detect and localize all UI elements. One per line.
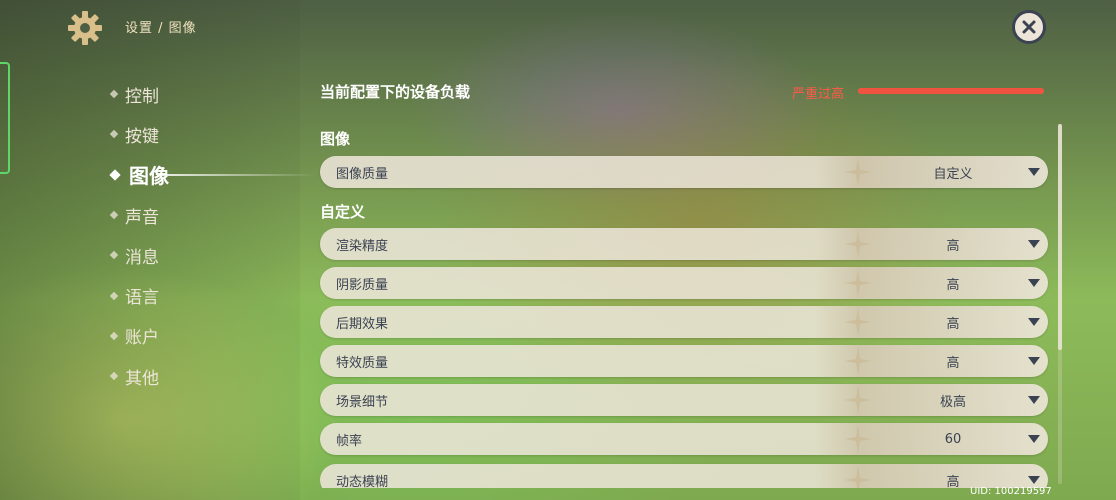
nav-item-messages[interactable]: 消息 xyxy=(105,235,169,275)
breadcrumb: 设置 / 图像 xyxy=(125,21,197,36)
dropdown-caret-icon xyxy=(1028,476,1040,484)
side-frame-edge xyxy=(0,62,10,174)
setting-value: 高 xyxy=(946,277,960,293)
device-load-fill xyxy=(858,88,1044,94)
diamond-bullet-icon xyxy=(109,251,119,260)
scrollbar-thumb[interactable] xyxy=(1058,124,1062,350)
setting-label: 帧率 xyxy=(336,433,363,449)
device-load-bar xyxy=(858,88,1044,94)
setting-label: 图像质量 xyxy=(336,166,389,182)
setting-label: 场景细节 xyxy=(336,394,389,410)
sparkle-icon xyxy=(844,158,872,186)
setting-label: 特效质量 xyxy=(336,355,389,371)
setting-row-frame-rate[interactable]: 帧率 60 xyxy=(320,423,1048,455)
dropdown-caret-icon xyxy=(1028,279,1040,287)
nav-item-keybinds[interactable]: 按键 xyxy=(105,114,169,154)
setting-value: 自定义 xyxy=(933,166,973,182)
nav-item-other[interactable]: 其他 xyxy=(105,356,169,396)
diamond-bullet-icon xyxy=(109,169,121,181)
nav-item-graphics[interactable]: 图像 xyxy=(105,155,317,195)
setting-row-shadow-quality[interactable]: 阴影质量 高 xyxy=(320,267,1048,299)
setting-label: 渲染精度 xyxy=(336,238,389,254)
sparkle-icon xyxy=(844,347,872,375)
section-title-custom: 自定义 xyxy=(320,203,366,221)
setting-label: 动态模糊 xyxy=(336,474,389,489)
diamond-bullet-icon xyxy=(109,371,119,381)
setting-value: 高 xyxy=(946,316,960,332)
setting-row-image-quality[interactable]: 图像质量 自定义 xyxy=(320,156,1048,188)
nav-item-label: 其他 xyxy=(125,368,159,389)
setting-value: 极高 xyxy=(939,394,966,410)
nav-item-label: 语言 xyxy=(125,288,159,309)
gear-icon xyxy=(66,9,104,47)
dropdown-caret-icon xyxy=(1028,240,1040,248)
setting-value: 60 xyxy=(944,431,962,447)
close-icon xyxy=(1022,20,1036,34)
sparkle-icon xyxy=(844,230,872,258)
nav-item-label: 声音 xyxy=(125,207,159,228)
setting-label: 后期效果 xyxy=(336,316,389,332)
close-button[interactable] xyxy=(1012,10,1046,44)
diamond-bullet-icon xyxy=(109,89,119,99)
device-load-label: 当前配置下的设备负载 xyxy=(320,83,471,101)
nav-item-audio[interactable]: 声音 xyxy=(105,195,169,235)
sparkle-icon xyxy=(844,269,872,297)
active-indicator xyxy=(157,173,317,176)
settings-nav: 控制 按键 图像 声音 消息 语言 账户 其他 xyxy=(105,74,317,396)
setting-row-render-resolution[interactable]: 渲染精度 高 xyxy=(320,228,1048,260)
user-id: UID: 100219597 xyxy=(970,486,1052,497)
dropdown-caret-icon xyxy=(1028,396,1040,404)
setting-row-post-processing[interactable]: 后期效果 高 xyxy=(320,306,1048,338)
nav-item-account[interactable]: 账户 xyxy=(105,316,169,356)
setting-row-effects-quality[interactable]: 特效质量 高 xyxy=(320,345,1048,377)
diamond-bullet-icon xyxy=(109,331,119,341)
diamond-bullet-icon xyxy=(109,291,119,300)
scroll-clip: 动态模糊 高 xyxy=(320,458,1048,488)
nav-item-label: 账户 xyxy=(125,328,159,349)
sparkle-icon xyxy=(844,386,872,414)
nav-item-controls[interactable]: 控制 xyxy=(105,74,169,114)
dropdown-caret-icon xyxy=(1028,318,1040,326)
dropdown-caret-icon xyxy=(1028,168,1040,176)
device-load-status: 严重过高 xyxy=(792,87,845,102)
setting-value: 高 xyxy=(946,355,960,371)
nav-item-label: 消息 xyxy=(125,247,159,268)
setting-label: 阴影质量 xyxy=(336,277,389,293)
nav-item-language[interactable]: 语言 xyxy=(105,275,169,315)
sparkle-icon xyxy=(844,308,872,336)
diamond-bullet-icon xyxy=(109,130,119,139)
setting-value: 高 xyxy=(946,238,960,254)
setting-row-scene-detail[interactable]: 场景细节 极高 xyxy=(320,384,1048,416)
sparkle-icon xyxy=(844,466,872,488)
nav-item-label: 控制 xyxy=(125,86,159,107)
dropdown-caret-icon xyxy=(1028,435,1040,443)
sparkle-icon xyxy=(844,425,872,453)
diamond-bullet-icon xyxy=(109,210,119,220)
nav-item-label: 按键 xyxy=(125,126,159,147)
dropdown-caret-icon xyxy=(1028,357,1040,365)
setting-row-motion-blur[interactable]: 动态模糊 高 xyxy=(320,464,1048,488)
section-title-image: 图像 xyxy=(320,130,351,148)
